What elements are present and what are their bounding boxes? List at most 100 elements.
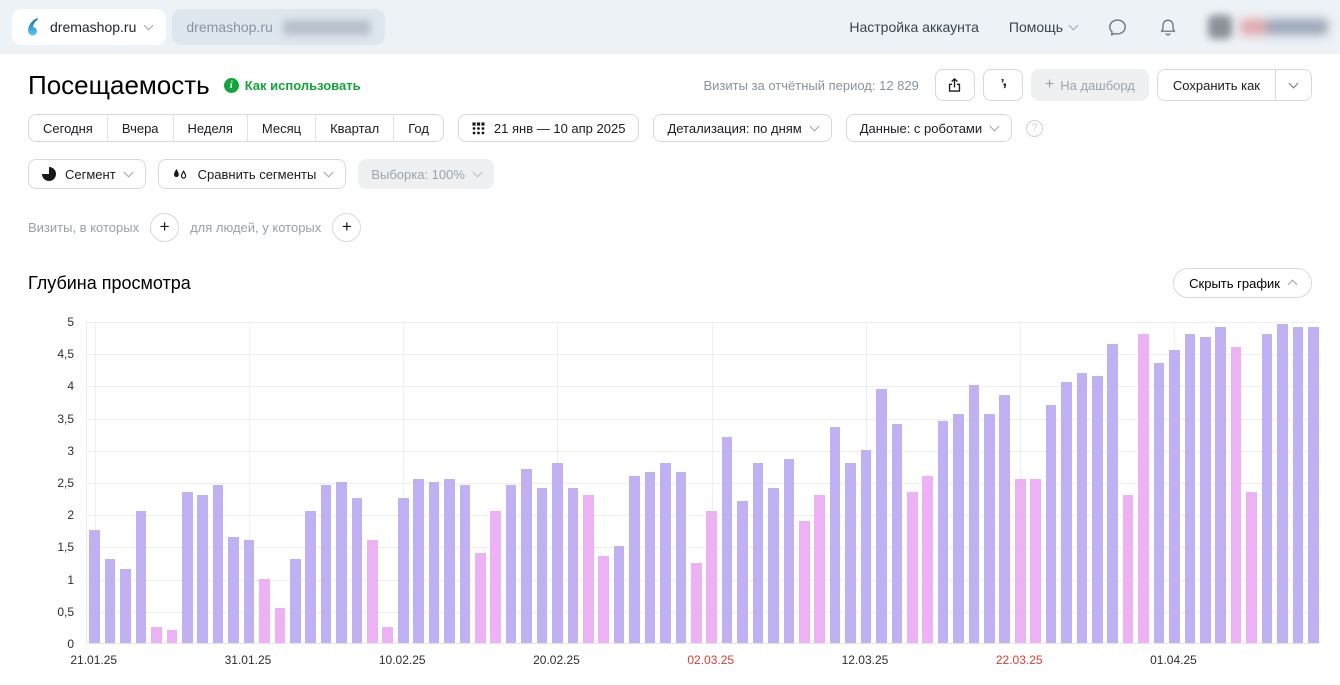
bar[interactable] bbox=[244, 540, 255, 643]
bar[interactable] bbox=[953, 414, 964, 643]
bar[interactable] bbox=[521, 469, 532, 643]
detail-level-dropdown[interactable]: Детализация: по дням bbox=[653, 114, 831, 142]
bar[interactable] bbox=[722, 437, 733, 643]
bar[interactable] bbox=[182, 492, 193, 643]
bar[interactable] bbox=[167, 630, 178, 643]
bar[interactable] bbox=[1138, 334, 1149, 643]
bar[interactable] bbox=[753, 463, 764, 643]
period-today[interactable]: Сегодня bbox=[29, 115, 108, 141]
bar[interactable] bbox=[1015, 479, 1026, 643]
period-year[interactable]: Год bbox=[394, 115, 443, 141]
bar[interactable] bbox=[1123, 495, 1134, 643]
bar[interactable] bbox=[598, 556, 609, 643]
save-as-button[interactable]: Сохранить как bbox=[1158, 70, 1275, 100]
bar[interactable] bbox=[1185, 334, 1196, 643]
bar[interactable] bbox=[676, 472, 687, 643]
chat-button[interactable] bbox=[1107, 17, 1128, 38]
bar[interactable] bbox=[814, 495, 825, 643]
segment-dropdown[interactable]: Сегмент bbox=[28, 159, 146, 189]
bar[interactable] bbox=[490, 511, 501, 643]
export-button[interactable] bbox=[935, 69, 975, 101]
hide-chart-button[interactable]: Скрыть график bbox=[1173, 268, 1312, 298]
bar[interactable] bbox=[1231, 347, 1242, 643]
user-account[interactable] bbox=[1208, 15, 1328, 39]
bar[interactable] bbox=[1092, 376, 1103, 643]
help-menu[interactable]: Помощь bbox=[1009, 19, 1077, 35]
sampling-dropdown[interactable]: Выборка: 100% bbox=[358, 159, 494, 189]
bar[interactable] bbox=[1200, 337, 1211, 643]
period-month[interactable]: Месяц bbox=[248, 115, 316, 141]
bar[interactable] bbox=[799, 521, 810, 643]
add-visit-condition-button[interactable]: + bbox=[150, 213, 179, 242]
bar[interactable] bbox=[275, 608, 286, 643]
bar[interactable] bbox=[1308, 327, 1319, 643]
bar[interactable] bbox=[1107, 344, 1118, 643]
save-as-menu-button[interactable] bbox=[1275, 70, 1311, 100]
bar[interactable] bbox=[321, 485, 332, 643]
bar[interactable] bbox=[352, 498, 363, 643]
bar[interactable] bbox=[1277, 324, 1288, 643]
bar[interactable] bbox=[259, 579, 270, 643]
bar[interactable] bbox=[1169, 350, 1180, 643]
compare-segments-dropdown[interactable]: Сравнить сегменты bbox=[158, 159, 347, 189]
bar[interactable] bbox=[105, 559, 116, 643]
bar[interactable] bbox=[830, 427, 841, 643]
bar[interactable] bbox=[460, 485, 471, 643]
period-week[interactable]: Неделя bbox=[174, 115, 248, 141]
bar[interactable] bbox=[861, 450, 872, 643]
bar[interactable] bbox=[367, 540, 378, 643]
bar[interactable] bbox=[552, 463, 563, 643]
bar[interactable] bbox=[151, 627, 162, 643]
bar[interactable] bbox=[568, 488, 579, 643]
bar[interactable] bbox=[1030, 479, 1041, 643]
bar[interactable] bbox=[876, 389, 887, 643]
bar[interactable] bbox=[228, 537, 239, 643]
bar[interactable] bbox=[660, 463, 671, 643]
bar[interactable] bbox=[706, 511, 717, 643]
bar[interactable] bbox=[984, 414, 995, 643]
counter-selector[interactable]: dremashop.ru bbox=[12, 9, 166, 45]
bar[interactable] bbox=[784, 459, 795, 643]
bar[interactable] bbox=[382, 627, 393, 643]
bar[interactable] bbox=[845, 463, 856, 643]
bar[interactable] bbox=[938, 421, 949, 643]
bar[interactable] bbox=[1046, 405, 1057, 643]
bar[interactable] bbox=[614, 546, 625, 643]
bar[interactable] bbox=[892, 424, 903, 643]
bar[interactable] bbox=[922, 476, 933, 643]
bar[interactable] bbox=[969, 385, 980, 643]
bar[interactable] bbox=[768, 488, 779, 643]
bar[interactable] bbox=[305, 511, 316, 643]
segments-export-button[interactable]: ’’ bbox=[983, 69, 1023, 101]
bar[interactable] bbox=[429, 482, 440, 643]
bar[interactable] bbox=[1293, 327, 1304, 643]
bar[interactable] bbox=[645, 472, 656, 643]
bar[interactable] bbox=[629, 476, 640, 643]
bar[interactable] bbox=[1215, 327, 1226, 643]
bar[interactable] bbox=[290, 559, 301, 643]
bar[interactable] bbox=[691, 563, 702, 644]
bar[interactable] bbox=[1077, 373, 1088, 643]
bar[interactable] bbox=[136, 511, 147, 643]
add-people-condition-button[interactable]: + bbox=[332, 213, 361, 242]
add-to-dashboard-button[interactable]: + На дашборд bbox=[1031, 69, 1149, 101]
how-to-use-link[interactable]: i Как использовать bbox=[224, 78, 361, 93]
bar[interactable] bbox=[1262, 334, 1273, 643]
bar[interactable] bbox=[120, 569, 131, 643]
bar[interactable] bbox=[506, 485, 517, 643]
bar[interactable] bbox=[1061, 382, 1072, 643]
bar[interactable] bbox=[1246, 492, 1257, 643]
counter-tab[interactable]: dremashop.ru bbox=[172, 9, 384, 45]
bar[interactable] bbox=[413, 479, 424, 643]
account-settings-link[interactable]: Настройка аккаунта bbox=[849, 19, 979, 35]
bar[interactable] bbox=[197, 495, 208, 643]
bar[interactable] bbox=[999, 395, 1010, 643]
bar[interactable] bbox=[907, 492, 918, 643]
bar[interactable] bbox=[537, 488, 548, 643]
date-range-button[interactable]: 21 янв — 10 апр 2025 bbox=[458, 114, 640, 142]
bar[interactable] bbox=[89, 530, 100, 643]
bar[interactable] bbox=[583, 495, 594, 643]
bar[interactable] bbox=[398, 498, 409, 643]
data-mode-dropdown[interactable]: Данные: с роботами bbox=[846, 114, 1012, 142]
question-icon[interactable]: ? bbox=[1026, 120, 1043, 137]
